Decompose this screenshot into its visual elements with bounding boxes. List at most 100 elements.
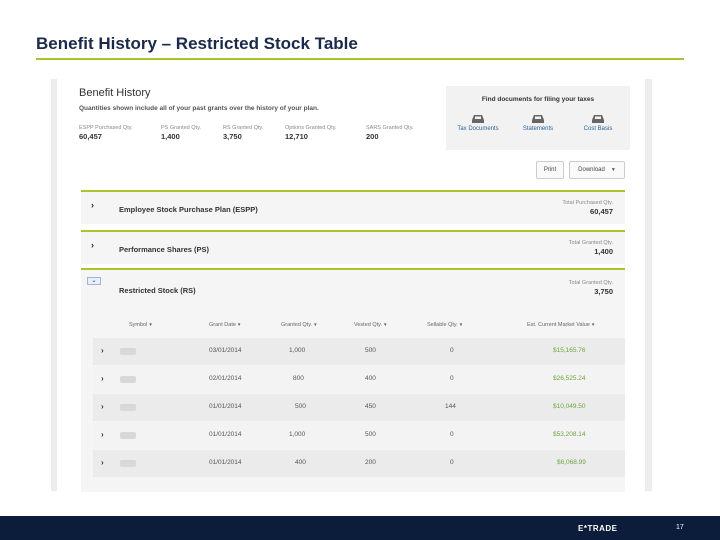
accordion-total: Total Granted Qty. 1,400	[569, 240, 613, 256]
column-header-sellable-qty[interactable]: Sellable Qty.▼	[427, 322, 463, 328]
sort-icon: ▼	[148, 322, 153, 327]
stat-label: PS Granted Qty.	[161, 125, 201, 131]
statements-link[interactable]: Statements	[508, 114, 568, 132]
vested-qty: 500	[365, 347, 376, 354]
accordion-title: Employee Stock Purchase Plan (ESPP)	[119, 205, 258, 214]
granted-qty: 500	[295, 403, 306, 410]
download-button[interactable]: Download ▼	[569, 161, 625, 179]
total-label: Total Granted Qty.	[568, 280, 613, 286]
stat-ps: PS Granted Qty. 1,400	[161, 125, 201, 141]
docs-title: Find documents for filing your taxes	[481, 96, 595, 103]
accordion-ps[interactable]: › Performance Shares (PS) Total Granted …	[81, 230, 625, 264]
total-value: 3,750	[594, 287, 613, 296]
chevron-right-icon: ›	[91, 200, 94, 210]
stat-value: 200	[366, 132, 379, 141]
print-label: Print	[543, 167, 557, 173]
table-row[interactable]: › 01/01/2014 400 200 0 $6,068.99	[93, 450, 625, 477]
sort-icon: ▼	[236, 322, 242, 327]
tax-documents-link[interactable]: Tax Documents	[448, 114, 508, 132]
tray-icon	[592, 115, 604, 123]
chevron-right-icon: ›	[101, 458, 104, 467]
stat-value: 60,457	[79, 132, 102, 141]
grant-date: 01/01/2014	[209, 459, 242, 466]
granted-qty: 800	[293, 375, 304, 382]
vested-qty: 200	[365, 459, 376, 466]
accordion-espp[interactable]: › Employee Stock Purchase Plan (ESPP) To…	[81, 190, 625, 224]
total-value: 60,457	[590, 207, 613, 216]
benefit-history-title: Benefit History	[79, 87, 151, 99]
stat-label: RS Granted Qty.	[223, 125, 264, 131]
print-button[interactable]: Print	[536, 161, 564, 179]
stat-rs: RS Granted Qty. 3,750	[223, 125, 263, 141]
accordion-title: Performance Shares (PS)	[119, 245, 210, 254]
column-header-vested-qty[interactable]: Vested Qty.▼	[354, 322, 388, 328]
chevron-right-icon: ›	[101, 402, 104, 411]
rs-table-header: Symbol▼ Grant Date▼ Granted Qty.▼ Vested…	[81, 320, 625, 334]
doc-label: Tax Documents	[457, 126, 499, 132]
vested-qty: 400	[365, 375, 376, 382]
slide-title: Benefit History – Restricted Stock Table	[36, 34, 358, 53]
stat-value: 1,400	[161, 132, 180, 141]
accordion-title: Restricted Stock (RS)	[119, 286, 196, 295]
footer-bar: E*TRADE 17	[0, 516, 720, 540]
table-row[interactable]: › 03/01/2014 1,000 500 0 $15,165.76	[93, 338, 625, 365]
chevron-right-icon: ›	[101, 346, 104, 355]
stat-value: 12,710	[285, 132, 308, 141]
chevron-down-icon: ▼	[610, 167, 616, 173]
column-header-grant-date[interactable]: Grant Date▼	[209, 322, 241, 328]
tax-documents-box: Find documents for filing your taxes Tax…	[446, 86, 630, 150]
sort-icon: ▼	[383, 322, 388, 327]
stat-label: Options Granted Qty.	[285, 125, 337, 131]
table-row[interactable]: › 01/01/2014 1,000 500 0 $53,208.14	[93, 422, 625, 449]
symbol-redacted	[120, 348, 136, 355]
symbol-redacted	[120, 404, 136, 411]
title-rule	[36, 58, 684, 60]
total-label: Total Granted Qty.	[568, 240, 613, 246]
stat-label: ESPP Purchased Qty.	[79, 125, 133, 131]
symbol-redacted	[120, 460, 136, 467]
stat-sars: SARS Granted Qty. 200	[366, 125, 414, 141]
grant-date: 02/01/2014	[209, 375, 242, 382]
brand-logo: E*TRADE	[578, 524, 618, 533]
granted-qty: 400	[295, 459, 306, 466]
chevron-right-icon: ›	[101, 374, 104, 383]
vested-qty: 450	[365, 403, 376, 410]
benefit-history-subtitle: Quantities shown include all of your pas…	[79, 105, 319, 112]
table-row[interactable]: › 01/01/2014 500 450 144 $10,049.50	[93, 394, 625, 421]
stat-label: SARS Granted Qty.	[366, 125, 414, 131]
accordion-rs: ⌄ Restricted Stock (RS) Total Granted Qt…	[81, 268, 625, 492]
sellable-qty: 0	[450, 431, 454, 438]
cost-basis-link[interactable]: Cost Basis	[568, 114, 628, 132]
doc-label: Cost Basis	[583, 126, 613, 132]
doc-label: Statements	[522, 126, 554, 132]
grant-date: 01/01/2014	[209, 403, 242, 410]
granted-qty: 1,000	[289, 431, 306, 438]
chevron-right-icon: ›	[101, 430, 104, 439]
sort-icon: ▼	[590, 322, 596, 327]
tray-icon	[472, 115, 484, 123]
column-header-symbol[interactable]: Symbol▼	[129, 322, 153, 328]
stat-value: 3,750	[223, 132, 242, 141]
sellable-qty: 0	[450, 459, 454, 466]
accordion-total: Total Granted Qty. 3,750	[569, 280, 613, 296]
table-row[interactable]: › 02/01/2014 800 400 0 $26,525.24	[93, 366, 625, 393]
column-header-market-value[interactable]: Est. Current Market Value▼	[527, 322, 595, 328]
sellable-qty: 144	[445, 403, 456, 410]
chevron-right-icon: ›	[91, 240, 94, 250]
accordion-total: Total Purchased Qty. 60,457	[562, 200, 613, 216]
sort-icon: ▼	[313, 322, 318, 327]
vested-qty: 500	[365, 431, 376, 438]
stat-espp: ESPP Purchased Qty. 60,457	[79, 125, 133, 141]
market-value: $53,208.14	[553, 431, 586, 438]
stat-options: Options Granted Qty. 12,710	[285, 125, 337, 141]
total-label: Total Purchased Qty.	[562, 200, 613, 206]
market-value: $6,068.99	[557, 459, 586, 466]
tray-icon	[532, 115, 544, 123]
chevron-down-icon[interactable]: ⌄	[87, 277, 101, 285]
screenshot-frame: Benefit History Quantities shown include…	[51, 79, 652, 492]
market-value: $15,165.76	[553, 347, 586, 354]
total-value: 1,400	[594, 247, 613, 256]
column-header-granted-qty[interactable]: Granted Qty.▼	[281, 322, 318, 328]
symbol-redacted	[120, 432, 136, 439]
download-label: Download	[578, 167, 605, 173]
